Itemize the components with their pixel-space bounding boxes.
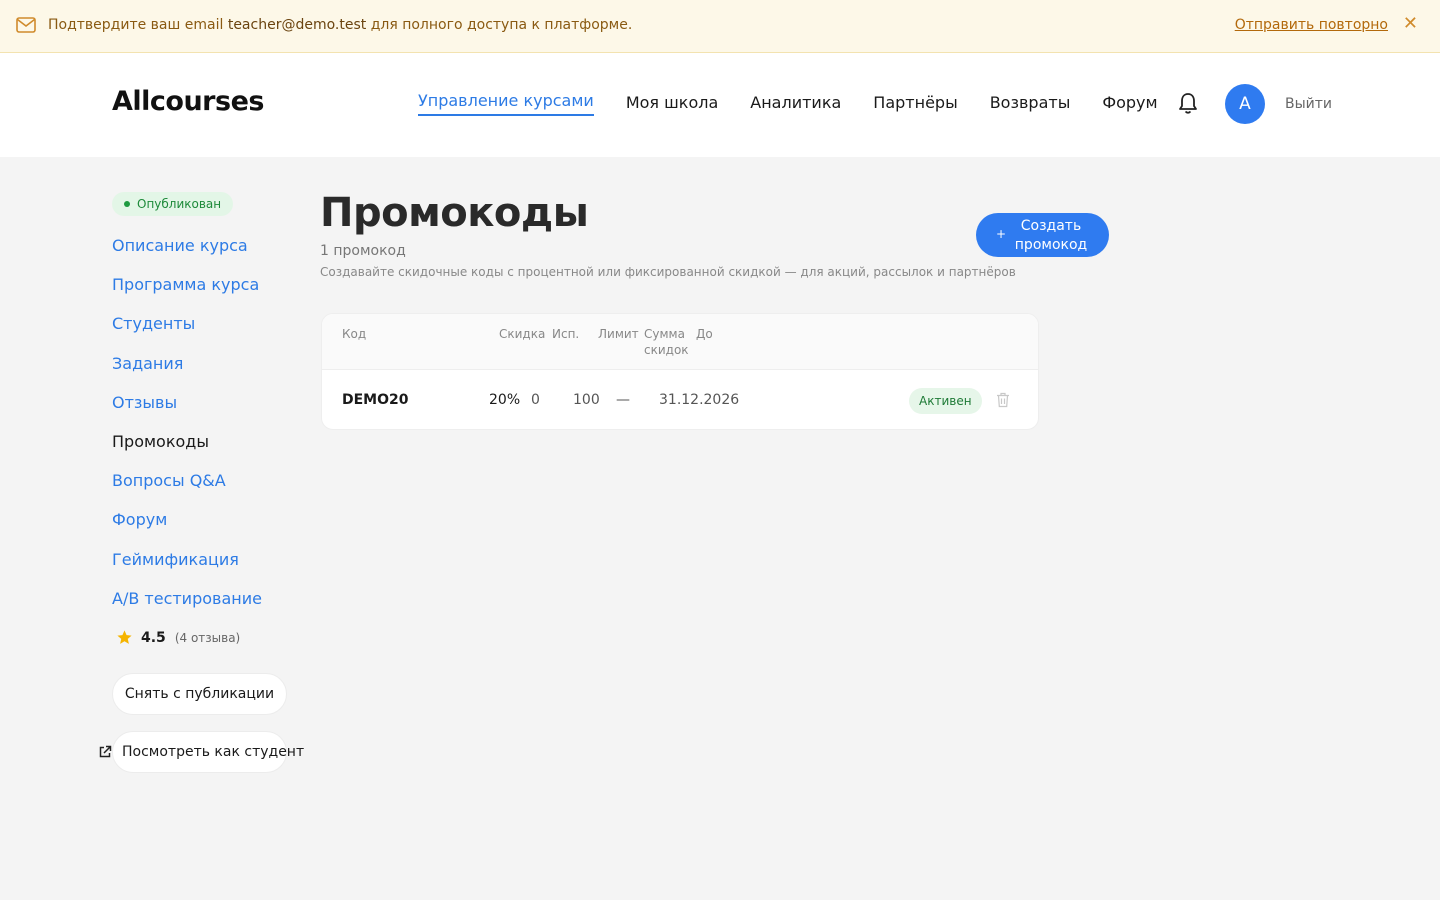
promo-limit: 100 [573,392,600,408]
course-sidebar: Опубликован Описание курса Программа кур… [99,192,304,773]
promo-discount: 20% [489,392,521,408]
col-discount[interactable]: Скидка [499,326,545,342]
sidebar-item-promocodes[interactable]: Промокоды [112,422,292,461]
nav-partners[interactable]: Партнёры [873,93,957,116]
plus-icon: + [996,227,1007,241]
preview-as-student-button[interactable]: Посмотреть как студент [99,731,304,773]
col-limit[interactable]: Лимит [598,326,639,342]
promocodes-table: Код Скидка Исп. Лимит Сумма скидок До DE… [321,313,1039,430]
course-menu: Описание курса Программа курса Студенты … [112,226,292,618]
nav-refunds[interactable]: Возвраты [990,93,1071,116]
external-link-icon [99,745,112,758]
sidebar-item-ab-testing[interactable]: A/B тестирование [112,579,292,618]
reviews-count: (4 отзыва) [174,630,241,645]
banner-email: teacher@demo.test [227,17,367,33]
trash-icon[interactable] [996,392,1010,408]
main-nav: Управление курсами Моя школа Аналитика П… [418,91,1190,116]
sidebar-item-students[interactable]: Студенты [112,304,292,343]
nav-my-school[interactable]: Моя школа [626,93,718,116]
page-title: Промокоды [320,190,589,236]
promo-used: 0 [531,392,540,408]
col-until[interactable]: До [696,326,713,342]
preview-label: Посмотреть как студент [122,744,305,760]
status-badge: Активен [909,388,982,414]
promo-discount-sum: — [616,392,630,408]
sidebar-item-reviews[interactable]: Отзывы [112,383,292,422]
logo[interactable]: Allcourses [112,86,264,117]
promocode-count: 1 промокод [320,243,406,259]
email-verification-banner: Подтвердите ваш email teacher@demo.test … [0,0,1440,53]
mail-icon [16,17,36,33]
col-discount-sum[interactable]: Сумма скидок [644,326,692,358]
resend-link[interactable]: Отправить повторно [1235,17,1388,33]
promo-code: DEMO20 [342,392,409,408]
status-badge: Опубликован [112,192,234,216]
banner-message: Подтвердите ваш email teacher@demo.test … [48,17,633,33]
course-rating: 4.5 (4 отзыва) [112,624,292,652]
nav-analytics[interactable]: Аналитика [750,93,841,116]
unpublish-button[interactable]: Снять с публикации [112,673,287,715]
nav-forum[interactable]: Форум [1102,93,1157,116]
sidebar-item-assignments[interactable]: Задания [112,344,292,383]
col-used[interactable]: Исп. [552,326,579,342]
status-dot-icon [124,201,130,207]
sidebar-item-forum[interactable]: Форум [112,500,292,539]
rating-score: 4.5 [141,629,166,646]
logout-button[interactable]: Выйти [1285,96,1332,112]
col-code[interactable]: Код [342,326,366,342]
close-icon[interactable]: ✕ [1403,14,1418,34]
page-description: Создавайте скидочные коды с процентной и… [320,265,1016,279]
sidebar-item-description[interactable]: Описание курса [112,226,292,265]
bell-icon[interactable] [1177,91,1199,115]
promo-until: 31.12.2026 [659,392,740,408]
sidebar-item-gamification[interactable]: Геймификация [112,540,292,579]
star-icon [117,630,132,645]
avatar[interactable]: A [1225,84,1265,124]
table-header: Код Скидка Исп. Лимит Сумма скидок До [322,314,1038,370]
sidebar-item-program[interactable]: Программа курса [112,265,292,304]
create-promocode-button[interactable]: + Создать промокод [976,213,1109,257]
sidebar-item-qa[interactable]: Вопросы Q&A [112,461,292,500]
create-label: Создать промокод [1014,218,1088,253]
nav-course-management[interactable]: Управление курсами [418,91,594,116]
top-header: Allcourses Управление курсами Моя школа … [0,53,1440,157]
